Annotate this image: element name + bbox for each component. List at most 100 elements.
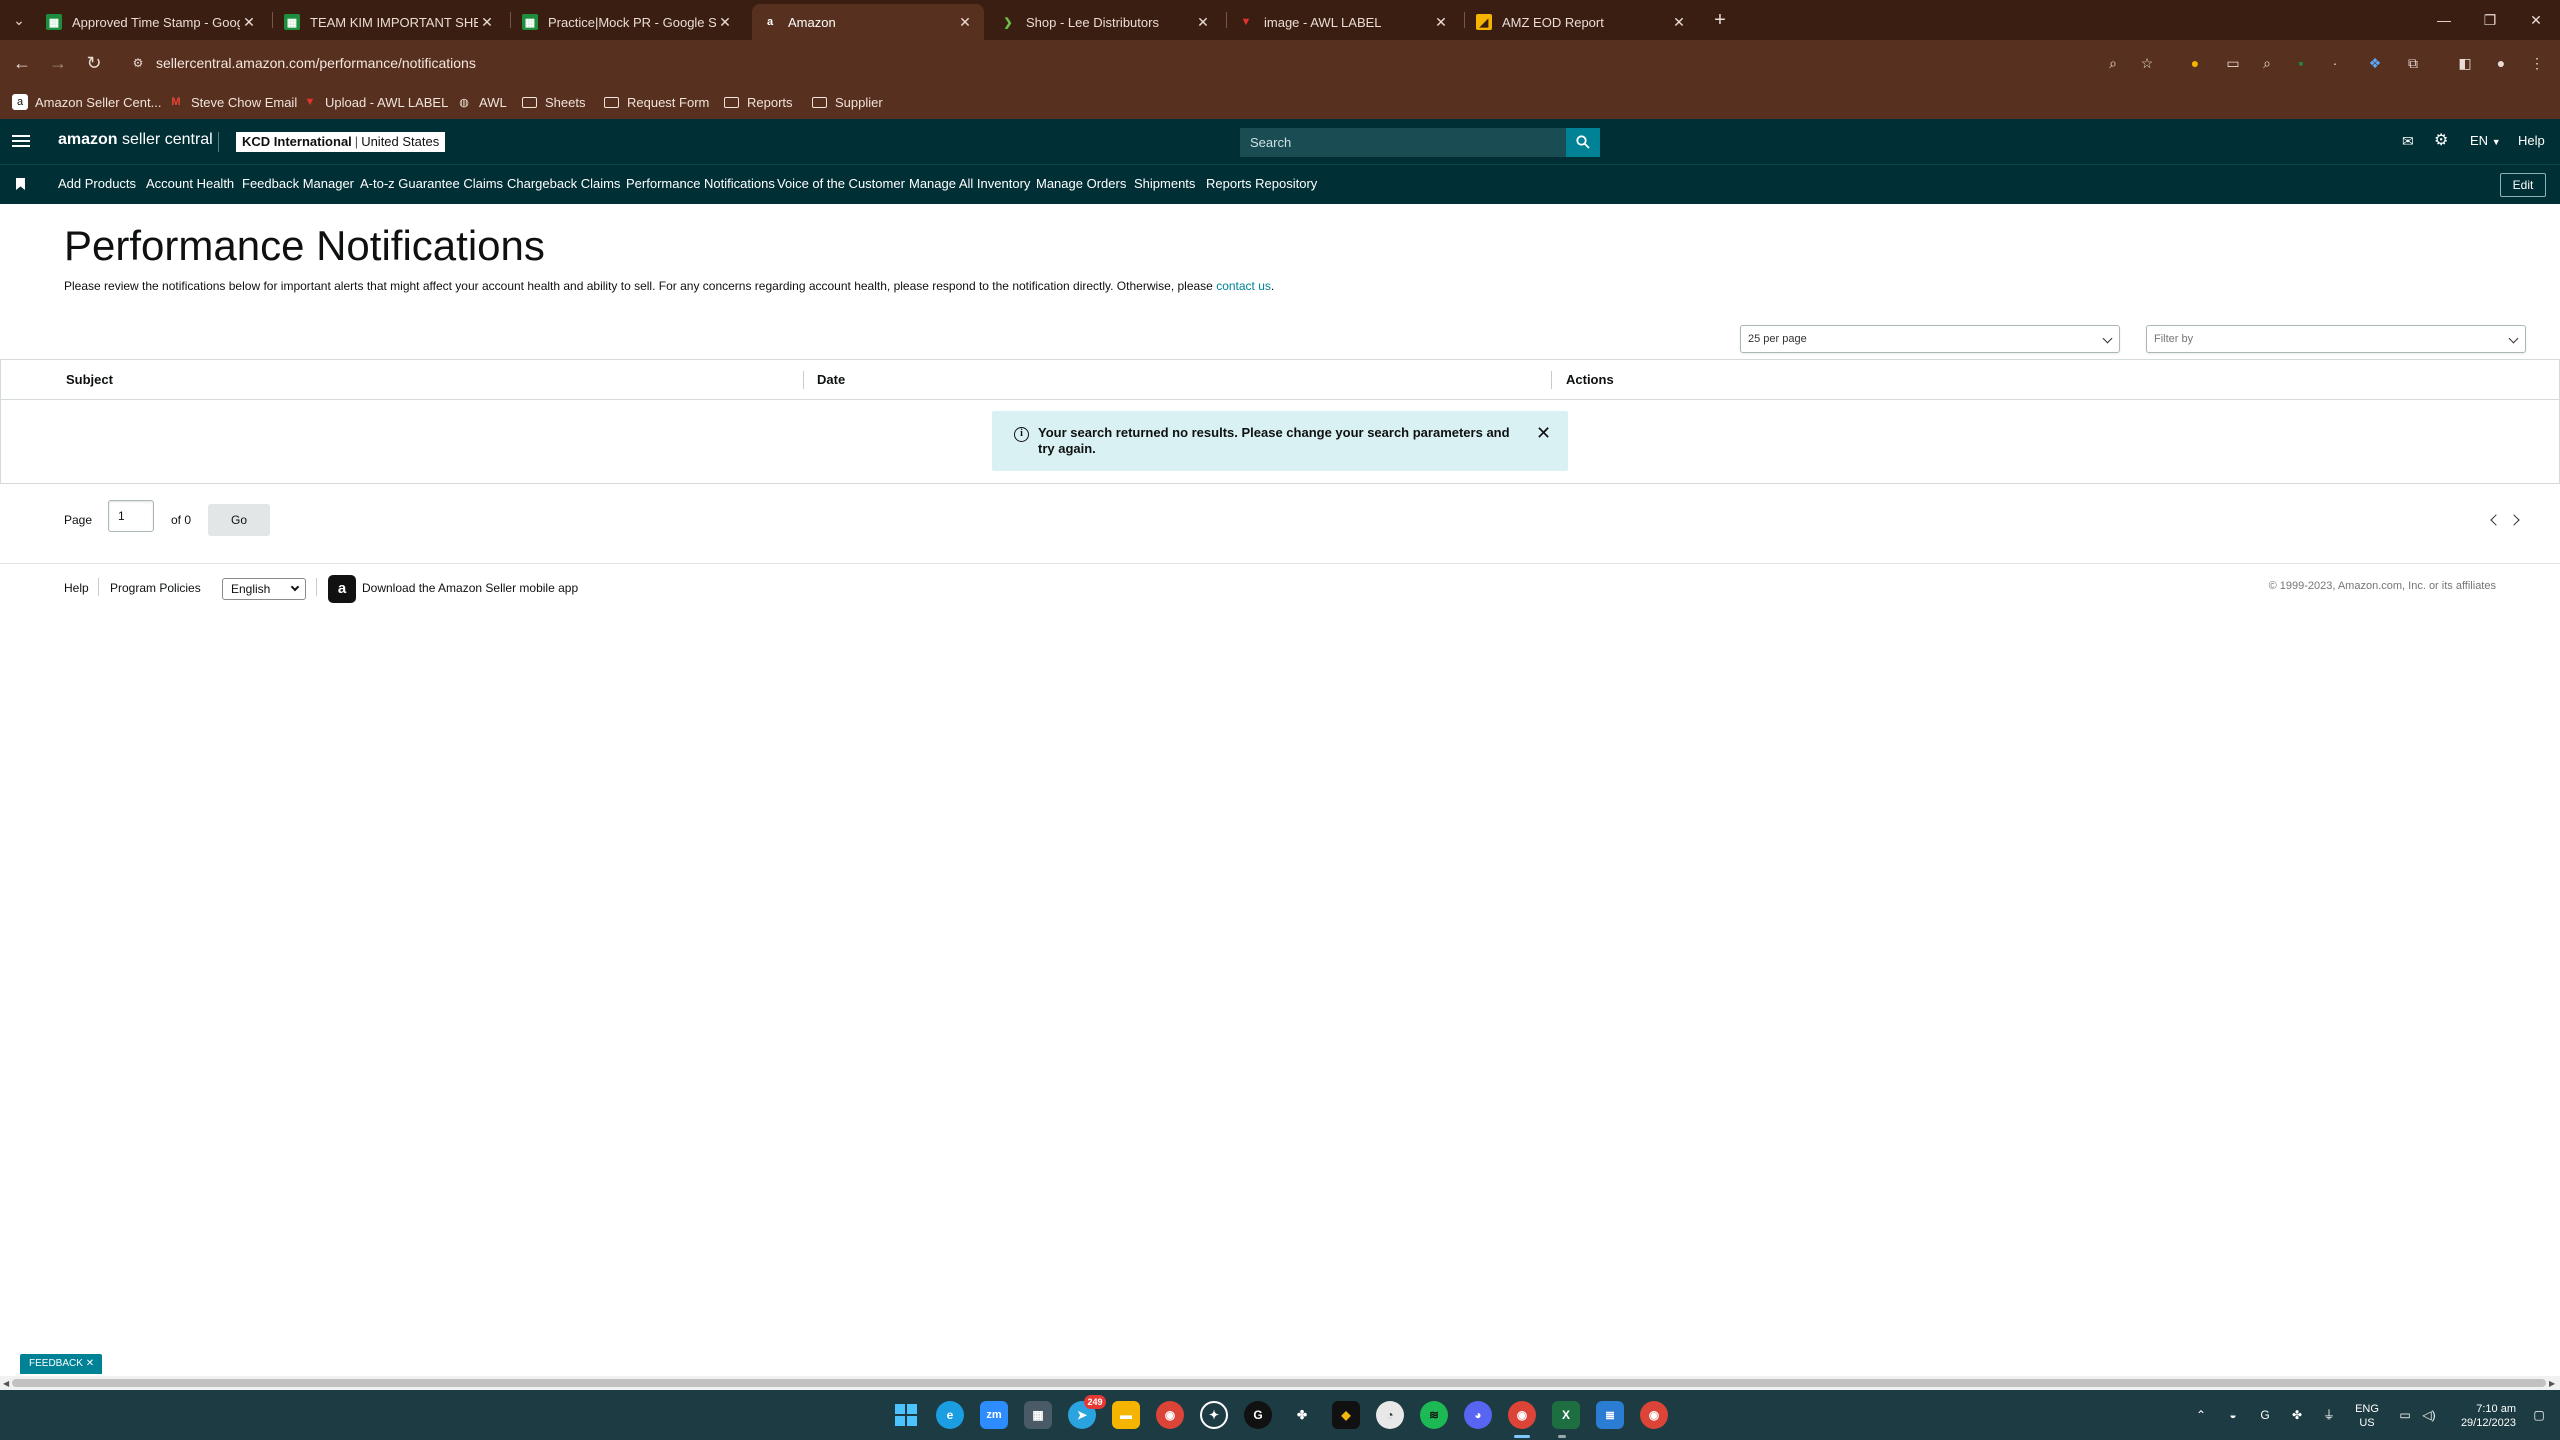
scroll-right-icon[interactable]: ▶ [2549, 1379, 2555, 1388]
url-text[interactable]: sellercentral.amazon.com/performance/not… [156, 45, 476, 81]
mail-icon[interactable]: ✉ [2402, 131, 2414, 151]
fan-control-icon[interactable]: ✤ [1288, 1401, 1316, 1429]
network-icon[interactable]: ▭ [2396, 1407, 2414, 1423]
filter-by-select[interactable]: Filter by [2146, 325, 2526, 353]
nav-reports-repository[interactable]: Reports Repository [1206, 176, 1317, 191]
page-number-input[interactable]: 1 [108, 500, 154, 532]
close-tab-icon[interactable]: ✕ [1432, 14, 1450, 31]
feedback-tab[interactable]: FEEDBACK ✕ [20, 1354, 102, 1374]
zoom-app-icon[interactable]: zm [980, 1401, 1008, 1429]
chevron-right-icon[interactable] [2508, 514, 2520, 526]
close-icon[interactable]: ✕ [86, 1358, 94, 1369]
account-switcher[interactable]: KCD International | United States [236, 132, 446, 152]
bookmark-icon[interactable] [16, 178, 25, 190]
excel-icon[interactable]: X [1552, 1401, 1580, 1429]
tab-team-kim-sheets[interactable]: ▦ TEAM KIM IMPORTANT SHEETS ✕ [274, 4, 506, 40]
close-tab-icon[interactable]: ✕ [956, 14, 974, 31]
tab-practice-mock-pr[interactable]: ▦ Practice|Mock PR - Google Sheets ✕ [512, 4, 744, 40]
extension-chrome-icon[interactable]: ● [2184, 52, 2206, 74]
close-tab-icon[interactable]: ✕ [478, 14, 496, 31]
back-arrow-icon[interactable]: ← [10, 51, 34, 75]
window-close-icon[interactable]: ✕ [2516, 6, 2556, 34]
extension-dot-icon[interactable]: · [2324, 52, 2346, 74]
notepad-icon[interactable]: ≣ [1596, 1401, 1624, 1429]
scrollbar-thumb[interactable] [12, 1379, 2546, 1387]
nav-chargeback-claims[interactable]: Chargeback Claims [507, 176, 620, 191]
close-tab-icon[interactable]: ✕ [240, 14, 258, 31]
tray-microphone-icon[interactable]: ⏚ [2320, 1407, 2338, 1423]
bookmark-upload-awl-label[interactable]: ▼ Upload - AWL LABEL [302, 92, 449, 112]
footer-help-link[interactable]: Help [64, 581, 89, 595]
bookmark-awl[interactable]: ◍ AWL [456, 92, 507, 112]
extension-search-icon[interactable]: ⌕ [2256, 52, 2278, 74]
tray-ghub-icon[interactable]: G [2256, 1407, 2274, 1423]
nav-account-health[interactable]: Account Health [146, 176, 234, 191]
search-button[interactable] [1566, 128, 1600, 157]
extensions-puzzle-icon[interactable]: ⧉ [2402, 52, 2424, 74]
bookmark-amazon-seller-central[interactable]: a Amazon Seller Cent... [12, 92, 161, 112]
extension-green-icon[interactable]: ▪ [2290, 52, 2312, 74]
nav-add-products[interactable]: Add Products [58, 176, 136, 191]
minimize-icon[interactable]: — [2424, 6, 2464, 34]
nav-feedback-manager[interactable]: Feedback Manager [242, 176, 354, 191]
bookmark-steve-chow-email[interactable]: M Steve Chow Email [168, 92, 297, 112]
download-app-link[interactable]: Download the Amazon Seller mobile app [362, 581, 578, 595]
bookmark-star-icon[interactable]: ☆ [2136, 52, 2158, 74]
scroll-left-icon[interactable]: ◀ [3, 1379, 9, 1388]
input-language-indicator[interactable]: ENG US [2352, 1402, 2382, 1430]
tab-approved-time-stamp[interactable]: ▦ Approved Time Stamp - Google Sheets ✕ [36, 4, 268, 40]
help-link[interactable]: Help [2518, 131, 2545, 151]
close-icon[interactable]: ✕ [1536, 424, 1551, 442]
spotify-icon[interactable]: ≋ [1420, 1401, 1448, 1429]
profile-avatar-icon[interactable]: ● [2490, 52, 2512, 74]
amazon-app-icon[interactable]: a [328, 575, 356, 603]
extension-off-icon[interactable]: ▭ [2222, 52, 2244, 74]
go-button[interactable]: Go [208, 504, 270, 536]
footer-language-select[interactable]: English [222, 578, 306, 600]
windows-start-icon[interactable] [892, 1401, 920, 1429]
file-explorer-icon[interactable]: ▬ [1112, 1401, 1140, 1429]
tab-amazon[interactable]: a Amazon ✕ [752, 4, 984, 40]
chrome-alt-profile-icon[interactable]: ◉ [1640, 1401, 1668, 1429]
close-tab-icon[interactable]: ✕ [1194, 14, 1212, 31]
close-tab-icon[interactable]: ✕ [1670, 14, 1688, 31]
address-bar[interactable]: ⚙ sellercentral.amazon.com/performance/n… [126, 45, 2156, 81]
nav-performance-notifications[interactable]: Performance Notifications [626, 176, 775, 191]
footer-program-policies-link[interactable]: Program Policies [110, 581, 201, 595]
discord-icon[interactable]: ◕ [1464, 1401, 1492, 1429]
tab-lee-distributors[interactable]: ❯ Shop - Lee Distributors ✕ [990, 4, 1222, 40]
column-subject[interactable]: Subject [66, 372, 113, 387]
nav-voice-of-customer[interactable]: Voice of the Customer [777, 176, 905, 191]
tray-steam-icon[interactable]: ◒ [2224, 1407, 2242, 1423]
volume-icon[interactable]: ◁) [2420, 1407, 2438, 1423]
tab-amz-eod-report[interactable]: ◢ AMZ EOD Report ✕ [1466, 4, 1698, 40]
bookmark-folder-supplier[interactable]: Supplier [812, 92, 883, 112]
binance-icon[interactable]: ◆ [1332, 1401, 1360, 1429]
clock-app-icon[interactable]: ◔ [1376, 1401, 1404, 1429]
nav-manage-all-inventory[interactable]: Manage All Inventory [909, 176, 1030, 191]
tray-overflow-chevron-icon[interactable]: ⌃ [2192, 1407, 2210, 1423]
chrome-icon[interactable]: ◉ [1156, 1401, 1184, 1429]
hamburger-menu-icon[interactable] [12, 132, 30, 150]
restore-icon[interactable]: ❐ [2470, 6, 2510, 34]
language-selector[interactable]: EN ▼ [2470, 131, 2501, 151]
new-tab-plus-icon[interactable]: + [1708, 8, 1732, 32]
chrome-profile-icon[interactable]: ◉ [1508, 1401, 1536, 1429]
side-panel-icon[interactable]: ◧ [2454, 52, 2476, 74]
seller-central-logo[interactable]: amazon seller central [58, 131, 213, 149]
nav-manage-orders[interactable]: Manage Orders [1036, 176, 1126, 191]
bookmark-folder-request-form[interactable]: Request Form [604, 92, 709, 112]
bookmark-folder-reports[interactable]: Reports [724, 92, 793, 112]
column-date[interactable]: Date [817, 372, 845, 387]
nav-shipments[interactable]: Shipments [1134, 176, 1195, 191]
per-page-select[interactable]: 25 per page [1740, 325, 2120, 353]
edit-nav-button[interactable]: Edit [2500, 173, 2546, 197]
system-clock[interactable]: 7:10 am 29/12/2023 [2446, 1402, 2516, 1430]
browser-menu-icon[interactable]: ⋮ [2526, 52, 2548, 74]
tray-fan-icon[interactable]: ✤ [2288, 1407, 2306, 1423]
site-settings-icon[interactable]: ⚙ [130, 55, 146, 71]
steelseries-icon[interactable]: ✦ [1200, 1401, 1228, 1429]
extension-blue-icon[interactable]: ❖ [2364, 52, 2386, 74]
tab-awl-label[interactable]: ▼ image - AWL LABEL ✕ [1228, 4, 1460, 40]
tab-search-chevron-icon[interactable]: ⌄ [8, 9, 30, 31]
